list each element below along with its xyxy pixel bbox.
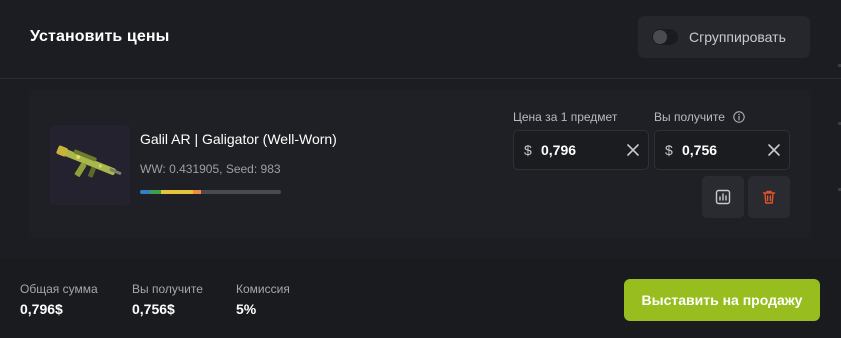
chart-icon	[715, 189, 731, 205]
modal-header: Установить цены Сгруппировать	[0, 0, 841, 79]
price-history-button[interactable]	[702, 176, 744, 218]
toggle-knob	[653, 30, 667, 44]
receive-currency: $	[665, 142, 673, 158]
set-prices-modal: Установить цены Сгруппировать Galil AR |…	[0, 0, 841, 338]
modal-title: Установить цены	[30, 28, 170, 45]
footer-receive-value: 0,756$	[132, 301, 175, 317]
receive-input[interactable]: $ 0,756	[654, 130, 790, 170]
item-image	[50, 125, 130, 205]
trash-icon	[762, 190, 776, 204]
close-icon[interactable]	[767, 143, 781, 157]
price-input[interactable]: $ 0,796	[513, 130, 649, 170]
wear-segment-ft	[161, 190, 193, 194]
group-toggle-label: Сгруппировать	[689, 29, 786, 45]
close-icon[interactable]	[626, 143, 640, 157]
total-label: Общая сумма	[20, 282, 98, 296]
item-row: Galil AR | Galigator (Well-Worn) WW: 0.4…	[30, 90, 810, 238]
footer-receive-label: Вы получите	[132, 282, 203, 296]
info-icon[interactable]	[733, 111, 745, 123]
item-wear-info: WW: 0.431905, Seed: 983	[140, 162, 281, 176]
rifle-icon	[56, 145, 122, 178]
group-toggle-switch[interactable]	[652, 29, 678, 45]
price-currency: $	[524, 142, 532, 158]
commission-value: 5%	[236, 301, 257, 317]
wear-segment-mw	[150, 190, 161, 194]
receive-value[interactable]: 0,756	[682, 142, 717, 158]
list-for-sale-label: Выставить на продажу	[641, 292, 803, 308]
commission-label: Комиссия	[236, 282, 290, 296]
group-toggle-button[interactable]: Сгруппировать	[638, 16, 810, 58]
wear-segment-fn	[140, 190, 150, 194]
price-value[interactable]: 0,796	[541, 142, 576, 158]
modal-footer: Общая сумма 0,796$ Вы получите 0,756$ Ко…	[0, 258, 841, 338]
item-name: Galil AR | Galigator (Well-Worn)	[140, 131, 337, 147]
delete-item-button[interactable]	[748, 176, 790, 218]
total-value: 0,796$	[20, 301, 63, 317]
wear-bar	[140, 190, 281, 194]
price-label: Цена за 1 предмет	[513, 110, 618, 124]
receive-label: Вы получите	[654, 110, 725, 124]
wear-segment-ww	[193, 190, 201, 194]
list-for-sale-button[interactable]: Выставить на продажу	[624, 279, 820, 321]
